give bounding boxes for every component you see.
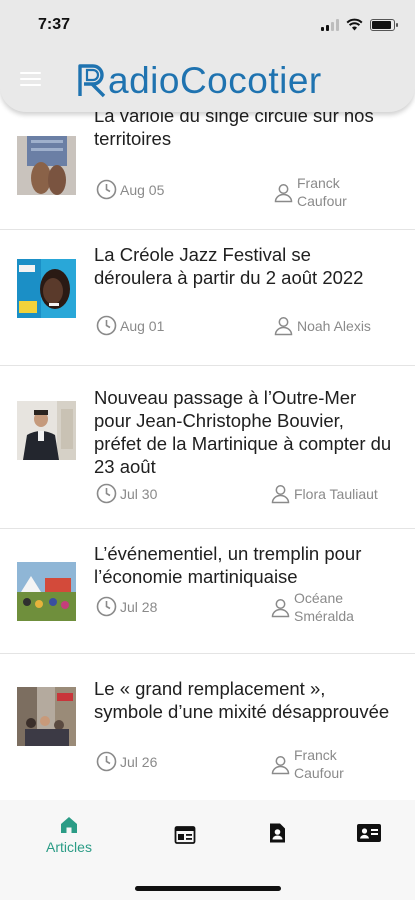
article-thumbnail (17, 687, 76, 746)
article-date: Jul 30 (96, 483, 157, 504)
article-date-text: Aug 05 (120, 181, 165, 198)
user-icon (274, 317, 293, 336)
tab-contact[interactable] (356, 822, 382, 844)
clock-icon (96, 596, 117, 617)
clock-icon (96, 179, 117, 200)
tab-articles-label: Articles (46, 839, 92, 855)
status-bar: 7:37 (0, 0, 415, 50)
hamburger-icon (20, 72, 41, 74)
contact-page-icon (270, 823, 285, 843)
app-header: adioCocotier (0, 50, 415, 112)
clock-icon (96, 315, 117, 336)
contact-card-icon (357, 824, 381, 842)
tab-newspaper[interactable] (173, 824, 197, 846)
user-icon (271, 598, 290, 617)
article-feed[interactable]: La variole du singe circule sur nos terr… (0, 112, 415, 800)
article-date: Aug 01 (96, 315, 164, 336)
article-author-text: Noah Alexis (297, 317, 371, 334)
article-date-text: Jul 26 (120, 753, 158, 770)
battery-icon (370, 18, 398, 31)
article-card[interactable]: Nouveau passage à l’Outre-Mer pour Jean-… (0, 366, 415, 529)
article-date-text: Jul 28 (120, 598, 158, 615)
article-title[interactable]: La Créole Jazz Festival se déroulera à p… (94, 243, 394, 289)
newspaper-icon (174, 826, 196, 844)
tab-articles[interactable]: Articles (40, 814, 98, 855)
article-title[interactable]: Le « grand remplacement », symbole d’une… (94, 677, 394, 723)
menu-button[interactable] (20, 72, 41, 88)
clock-icon (96, 483, 117, 504)
article-date: Jul 26 (96, 751, 157, 772)
status-time: 7:37 (38, 16, 71, 33)
article-date: Aug 05 (96, 179, 164, 200)
home-indicator (135, 886, 281, 891)
user-icon (271, 755, 290, 774)
user-icon (274, 183, 293, 202)
article-card[interactable]: Le « grand remplacement », symbole d’une… (0, 654, 415, 800)
article-title[interactable]: L’événementiel, un tremplin pour l’écono… (94, 542, 394, 588)
article-thumbnail (17, 562, 76, 621)
radio-logo-mark (78, 64, 106, 98)
article-author: Noah Alexis (273, 315, 371, 336)
article-author: Franck Caufour (273, 174, 372, 210)
brand-logo: adioCocotier (76, 58, 322, 102)
article-author-text: Franck Caufour (294, 747, 344, 781)
wifi-icon (346, 18, 363, 31)
article-author: Océane Sméralda (270, 589, 374, 625)
article-author: Flora Tauliaut (270, 483, 378, 504)
brand-name: adioCocotier (108, 59, 322, 101)
article-title[interactable]: La variole du singe circule sur nos terr… (94, 112, 394, 150)
signal-icon (321, 18, 339, 31)
user-icon (271, 485, 290, 504)
article-thumbnail (17, 401, 76, 460)
status-icons (321, 18, 398, 31)
article-title[interactable]: Nouveau passage à l’Outre-Mer pour Jean-… (94, 386, 394, 478)
article-card[interactable]: L’événementiel, un tremplin pour l’écono… (0, 529, 415, 654)
clock-icon (96, 751, 117, 772)
article-date: Jul 28 (96, 596, 157, 617)
article-author-text: Océane Sméralda (294, 590, 354, 624)
article-card[interactable]: La variole du singe circule sur nos terr… (0, 112, 415, 230)
tab-profile[interactable] (265, 822, 289, 844)
home-icon (61, 817, 77, 833)
article-date-text: Jul 30 (120, 485, 158, 502)
article-author: Franck Caufour (270, 746, 369, 782)
article-author-text: Flora Tauliaut (294, 485, 378, 502)
tab-bar: Articles (0, 800, 415, 900)
article-thumbnail (17, 259, 76, 318)
article-date-text: Aug 01 (120, 317, 165, 334)
article-thumbnail (17, 136, 76, 195)
article-card[interactable]: La Créole Jazz Festival se déroulera à p… (0, 230, 415, 366)
article-author-text: Franck Caufour (297, 175, 347, 209)
